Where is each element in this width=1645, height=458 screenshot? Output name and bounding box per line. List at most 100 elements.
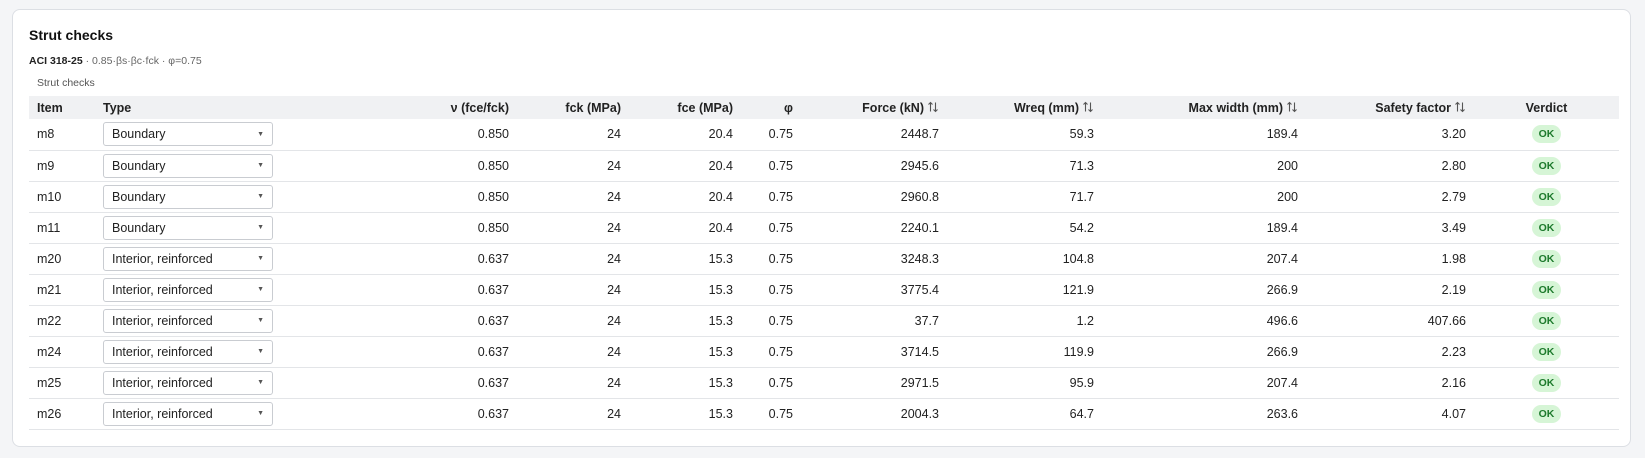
cell-wreq: 59.3 <box>1069 127 1094 142</box>
panel-title: Strut checks <box>29 27 114 43</box>
strut-type-select[interactable]: Interior, reinforced ▼ <box>103 339 273 364</box>
cell-force: 2971.5 <box>900 375 939 390</box>
table-row: m20 Interior, reinforced ▼ 0.637 24 15.3 … <box>29 243 1619 274</box>
cell-force: 3248.3 <box>900 251 939 266</box>
cell-safety-factor: 4.07 <box>1441 406 1466 421</box>
cell-fce: 20.4 <box>708 158 733 173</box>
sort-arrows-icon[interactable] <box>1286 101 1298 113</box>
cell-force: 3775.4 <box>900 282 939 297</box>
col-wreq[interactable]: Wreq (mm) <box>947 96 1102 119</box>
strut-type-select[interactable]: Boundary ▼ <box>103 122 273 147</box>
cell-nu: 0.637 <box>477 282 509 297</box>
strut-type-select[interactable]: Boundary ▼ <box>103 215 273 240</box>
cell-wreq: 71.3 <box>1069 158 1094 173</box>
chevron-down-icon: ▼ <box>257 317 264 324</box>
strut-type-select[interactable]: Interior, reinforced ▼ <box>103 308 273 333</box>
cell-safety-factor: 407.66 <box>1427 313 1466 328</box>
cell-nu: 0.637 <box>477 251 509 266</box>
panel-subtitle: ACI 318-25 · 0.85·βs·βc·fck · φ=0.75 <box>29 55 202 67</box>
cell-verdict: OK <box>1474 181 1619 212</box>
cell-type: Interior, reinforced ▼ <box>95 243 285 274</box>
table-row: m26 Interior, reinforced ▼ 0.637 24 15.3 … <box>29 398 1619 429</box>
cell-verdict: OK <box>1474 367 1619 398</box>
cell-item: m11 <box>37 220 61 235</box>
cell-fck: 24 <box>607 344 621 359</box>
cell-verdict: OK <box>1474 150 1619 181</box>
cell-fce: 15.3 <box>708 313 733 328</box>
cell-item: m10 <box>37 189 62 204</box>
verdict-badge: OK <box>1531 187 1562 206</box>
table-row: m10 Boundary ▼ 0.850 24 20.4 0.75 2960.8 … <box>29 181 1619 212</box>
cell-phi: 0.75 <box>768 406 793 421</box>
cell-type: Boundary ▼ <box>95 150 285 181</box>
cell-phi: 0.75 <box>768 251 793 266</box>
chevron-down-icon: ▼ <box>257 193 264 200</box>
strut-type-select[interactable]: Interior, reinforced ▼ <box>103 370 273 395</box>
cell-safety-factor: 3.20 <box>1441 127 1466 142</box>
col-nu: ν (fce/fck) <box>450 100 509 115</box>
cell-safety-factor: 2.79 <box>1441 189 1466 204</box>
col-wreq-label: Wreq (mm) <box>1013 100 1079 115</box>
cell-verdict: OK <box>1474 305 1619 336</box>
col-phi: φ <box>784 100 793 115</box>
strength-formula: · 0.85·βs·βc·fck · φ=0.75 <box>82 55 202 67</box>
cell-max-width: 207.4 <box>1266 251 1298 266</box>
cell-fck: 24 <box>607 406 621 421</box>
cell-fck: 24 <box>607 220 621 235</box>
strut-type-select[interactable]: Boundary ▼ <box>103 184 273 209</box>
cell-force: 2240.1 <box>900 220 939 235</box>
col-type: Type <box>103 100 132 115</box>
cell-item: m20 <box>37 251 62 266</box>
cell-force: 3714.5 <box>900 344 939 359</box>
strut-type-select[interactable]: Interior, reinforced ▼ <box>103 246 273 271</box>
strut-checks-panel: Strut checks ACI 318-25 · 0.85·βs·βc·fck… <box>12 9 1631 447</box>
cell-verdict: OK <box>1474 336 1619 367</box>
cell-fck: 24 <box>607 313 621 328</box>
strut-type-select[interactable]: Boundary ▼ <box>103 153 273 178</box>
verdict-badge: OK <box>1531 342 1562 361</box>
cell-type: Boundary ▼ <box>95 181 285 212</box>
cell-fce: 15.3 <box>708 251 733 266</box>
strut-type-value: Interior, reinforced <box>112 251 213 266</box>
cell-nu: 0.637 <box>477 313 509 328</box>
col-safety-factor[interactable]: Safety factor <box>1306 96 1474 119</box>
cell-safety-factor: 2.16 <box>1441 375 1466 390</box>
cell-fck: 24 <box>607 189 621 204</box>
cell-phi: 0.75 <box>768 220 793 235</box>
cell-safety-factor: 1.98 <box>1441 251 1466 266</box>
strut-type-value: Boundary <box>112 220 166 235</box>
cell-force: 2945.6 <box>900 158 939 173</box>
cell-item: m9 <box>37 158 55 173</box>
strut-type-select[interactable]: Interior, reinforced ▼ <box>103 401 273 426</box>
cell-safety-factor: 3.49 <box>1441 220 1466 235</box>
strut-type-value: Boundary <box>112 189 166 204</box>
cell-fce: 20.4 <box>708 189 733 204</box>
strut-type-select[interactable]: Interior, reinforced ▼ <box>103 277 273 302</box>
sort-arrows-icon[interactable] <box>1082 101 1094 113</box>
sort-arrows-icon[interactable] <box>1454 101 1466 113</box>
table-caption: Strut checks <box>37 77 95 89</box>
col-force-label: Force (kN) <box>862 100 924 115</box>
table-row: m24 Interior, reinforced ▼ 0.637 24 15.3 … <box>29 336 1619 367</box>
verdict-badge: OK <box>1531 218 1562 237</box>
cell-wreq: 54.2 <box>1069 220 1094 235</box>
chevron-down-icon: ▼ <box>257 162 264 169</box>
cell-max-width: 189.4 <box>1266 220 1298 235</box>
cell-nu: 0.850 <box>477 189 509 204</box>
verdict-badge: OK <box>1531 249 1562 268</box>
cell-nu: 0.637 <box>477 375 509 390</box>
cell-max-width: 496.6 <box>1266 313 1298 328</box>
col-force[interactable]: Force (kN) <box>801 96 947 119</box>
cell-item: m25 <box>37 375 62 390</box>
col-max-width[interactable]: Max width (mm) <box>1102 96 1306 119</box>
cell-force: 2448.7 <box>900 127 939 142</box>
sort-arrows-icon[interactable] <box>927 101 939 113</box>
cell-force: 37.7 <box>914 313 939 328</box>
cell-fce: 20.4 <box>708 127 733 142</box>
cell-phi: 0.75 <box>768 282 793 297</box>
cell-verdict: OK <box>1474 119 1619 150</box>
table-row: m21 Interior, reinforced ▼ 0.637 24 15.3 … <box>29 274 1619 305</box>
chevron-down-icon: ▼ <box>257 130 264 138</box>
cell-type: Boundary ▼ <box>95 212 285 243</box>
table-row: m11 Boundary ▼ 0.850 24 20.4 0.75 2240.1 … <box>29 212 1619 243</box>
